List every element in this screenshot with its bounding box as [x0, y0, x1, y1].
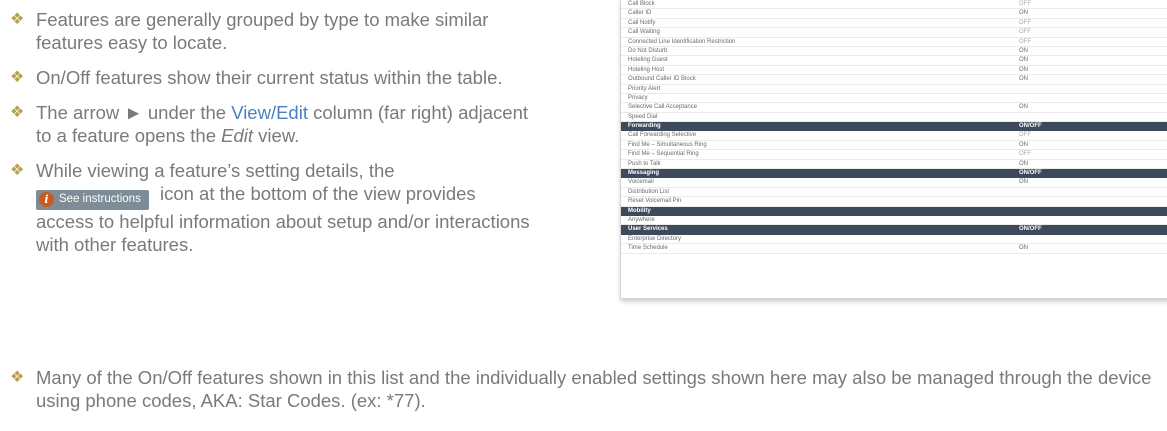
table-row: Call Waiting OFF	[621, 28, 1167, 38]
feature-name: Find Me – Simultaneous Ring	[628, 141, 707, 148]
diamond-bullet-icon: ❖	[10, 162, 25, 179]
table-row: Enterprise Directory	[621, 235, 1167, 245]
feature-name: Mobility	[628, 207, 651, 214]
bullet-text: While viewing a feature’s setting detail…	[36, 159, 530, 256]
feature-status: ON	[1019, 245, 1028, 252]
table-row: Call Notify OFF	[621, 19, 1167, 29]
feature-name: Anywhere	[628, 216, 655, 223]
feature-status: ON	[1019, 179, 1028, 186]
table-row: Call Forwarding Selective OFF	[621, 131, 1167, 141]
table-row: Find Me – Sequential Ring OFF	[621, 150, 1167, 160]
feature-name: Voicemail	[628, 179, 654, 186]
feature-name: Priority Alert	[628, 85, 661, 92]
table-row: Voicemail ON	[621, 178, 1167, 188]
table-row: Privacy	[621, 94, 1167, 104]
feature-status: OFF	[1019, 132, 1031, 139]
bullet-star-codes: ❖ Many of the On/Off features shown in t…	[10, 366, 1160, 412]
bullet-status: ❖ On/Off features show their current sta…	[10, 66, 530, 89]
table-row: Distribution List	[621, 188, 1167, 198]
feature-name: Reset Voicemail Pin	[628, 198, 682, 205]
feature-status: OFF	[1019, 38, 1031, 45]
diamond-bullet-icon: ❖	[10, 11, 25, 28]
bullet-text-part: The arrow ► under the	[36, 102, 232, 123]
table-row: Call Block OFF	[621, 0, 1167, 10]
feature-name: Enterprise Directory	[628, 235, 682, 242]
feature-name: User Services	[628, 226, 668, 233]
table-row: Hoteling Host ON	[621, 66, 1167, 76]
feature-name: Selective Call Acceptance	[628, 104, 698, 111]
table-section-header: Mobility	[621, 206, 1167, 216]
bullet-text-part: While viewing a feature’s setting detail…	[36, 160, 395, 181]
feature-status: ON	[1019, 76, 1028, 83]
feature-name: Time Schedule	[628, 245, 668, 252]
feature-notes-list: ❖ Features are generally grouped by type…	[10, 8, 530, 268]
see-instructions-label: See instructions	[59, 193, 141, 205]
table-section-header: Forwarding ON/OFF	[621, 122, 1167, 132]
bullet-arrow: ❖ The arrow ► under the View/Edit column…	[10, 101, 530, 147]
table-row: Selective Call Acceptance ON	[621, 103, 1167, 113]
feature-name: Caller ID	[628, 10, 652, 17]
bullet-grouping: ❖ Features are generally grouped by type…	[10, 8, 530, 54]
table-row: Priority Alert	[621, 85, 1167, 94]
feature-name: Find Me – Sequential Ring	[628, 151, 699, 158]
diamond-bullet-icon: ❖	[10, 369, 25, 386]
table-row: Anywhere	[621, 216, 1167, 226]
feature-name: Call Block	[628, 1, 655, 7]
feature-name: Speed Dial	[628, 113, 658, 120]
feature-status: ON/OFF	[1019, 170, 1042, 177]
feature-status: ON/OFF	[1019, 123, 1042, 130]
bullet-text: On/Off features show their current statu…	[36, 67, 503, 88]
table-row: Do Not Disturb ON	[621, 47, 1167, 57]
table-row: Caller ID ON	[621, 9, 1167, 19]
feature-name: Call Waiting	[628, 29, 660, 36]
feature-name: Privacy	[628, 94, 648, 101]
feature-name: Connected Line Identification Restrictio…	[628, 38, 736, 45]
table-row: Speed Dial	[621, 113, 1167, 123]
feature-table-screenshot: Call Block OFF Caller ID ON Call Notify OFF Ca…	[620, 0, 1167, 299]
edit-view-term: Edit	[221, 125, 254, 146]
feature-status: ON	[1019, 160, 1028, 167]
feature-name: Push to Talk	[628, 160, 661, 167]
see-instructions-button[interactable]: i See instructions	[36, 189, 149, 210]
feature-status: ON	[1019, 10, 1028, 17]
diamond-bullet-icon: ❖	[10, 104, 25, 121]
table-row: Time Schedule ON	[621, 244, 1167, 254]
feature-status: ON	[1019, 47, 1028, 54]
diamond-bullet-icon: ❖	[10, 69, 25, 86]
feature-name: Forwarding	[628, 123, 661, 130]
feature-status: OFF	[1019, 151, 1031, 158]
bullet-instructions: ❖ While viewing a feature’s setting deta…	[10, 159, 530, 256]
bullet-text: Many of the On/Off features shown in thi…	[36, 367, 1152, 411]
feature-status: OFF	[1019, 19, 1031, 26]
view-edit-link-text: View/Edit	[231, 102, 308, 123]
feature-status: OFF	[1019, 1, 1031, 7]
feature-name: Do Not Disturb	[628, 47, 668, 54]
feature-status: ON	[1019, 66, 1028, 73]
feature-status: ON/OFF	[1019, 226, 1042, 233]
table-row: Outbound Caller ID Block ON	[621, 75, 1167, 85]
feature-name: Hoteling Guest	[628, 57, 668, 64]
feature-name: Call Forwarding Selective	[628, 132, 697, 139]
table-row: Push to Talk ON	[621, 160, 1167, 170]
bullet-text: Features are generally grouped by type t…	[36, 9, 489, 53]
table-section-header: User Services ON/OFF	[621, 225, 1167, 235]
feature-name: Distribution List	[628, 188, 670, 195]
table-row: Find Me – Simultaneous Ring ON	[621, 141, 1167, 151]
feature-status: ON	[1019, 104, 1028, 111]
feature-name: Outbound Caller ID Block	[628, 76, 696, 83]
table-row: Hoteling Guest ON	[621, 56, 1167, 66]
feature-status: OFF	[1019, 29, 1031, 36]
table-row: Connected Line Identification Restrictio…	[621, 38, 1167, 47]
bullet-text: The arrow ► under the View/Edit column (…	[36, 101, 530, 147]
feature-name: Messaging	[628, 170, 660, 177]
info-icon: i	[39, 192, 54, 207]
table-row: Reset Voicemail Pin	[621, 197, 1167, 207]
feature-name: Call Notify	[628, 19, 656, 26]
table-section-header: Messaging ON/OFF	[621, 169, 1167, 179]
bullet-text-part: view.	[253, 125, 300, 146]
feature-name: Hoteling Host	[628, 66, 665, 73]
feature-status: ON	[1019, 57, 1028, 64]
feature-status: ON	[1019, 141, 1028, 148]
